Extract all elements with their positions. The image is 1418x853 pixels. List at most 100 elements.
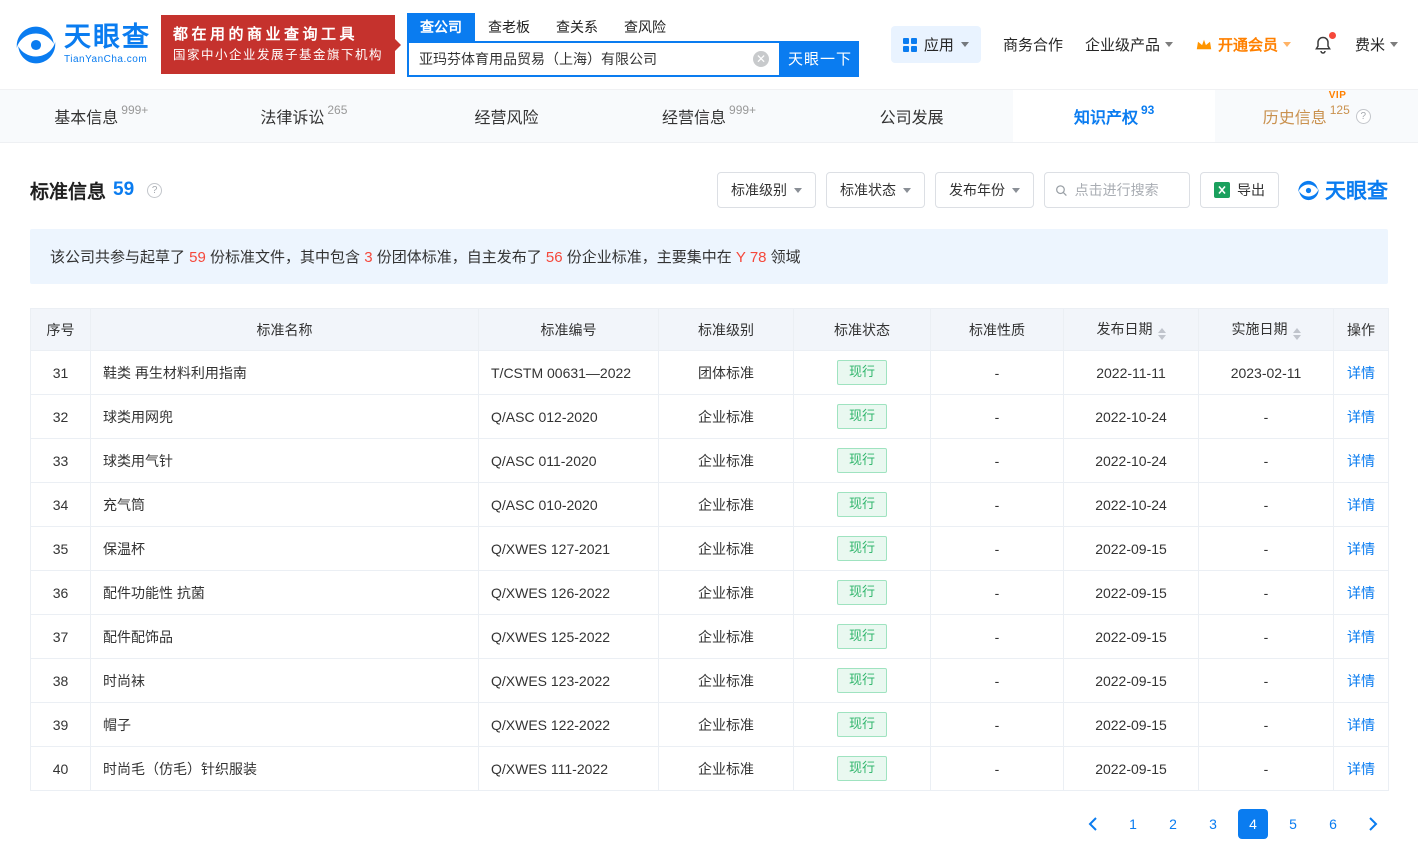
- help-icon[interactable]: ?: [147, 183, 162, 198]
- page-button-4[interactable]: 4: [1238, 809, 1268, 839]
- tab-badge: 265: [327, 103, 347, 117]
- detail-link[interactable]: 详情: [1347, 761, 1375, 777]
- header-standard-level: 标准级别: [659, 309, 794, 351]
- summary-highlight: 59: [189, 249, 206, 266]
- tab-legal-proceedings[interactable]: 法律诉讼265: [203, 90, 406, 142]
- user-menu[interactable]: 费米: [1355, 34, 1398, 55]
- cell-status: 现行: [794, 703, 931, 747]
- table-search[interactable]: [1044, 172, 1190, 208]
- chevron-right-icon: [1368, 817, 1378, 831]
- cell-name: 鞋类 再生材料利用指南: [91, 351, 479, 395]
- notification-bell[interactable]: [1313, 35, 1333, 55]
- section-header: 标准信息 59 ? 标准级别标准状态发布年份 导出: [30, 172, 1388, 208]
- detail-link[interactable]: 详情: [1347, 717, 1375, 733]
- cell-level: 企业标准: [659, 571, 794, 615]
- chevron-down-icon: [903, 188, 911, 193]
- header-standard-status: 标准状态: [794, 309, 931, 351]
- status-badge: 现行: [837, 580, 887, 605]
- cell-publish_date: 2022-09-15: [1064, 571, 1199, 615]
- cell-code: T/CSTM 00631—2022: [479, 351, 659, 395]
- header-label: 序号: [47, 322, 75, 338]
- detail-link[interactable]: 详情: [1347, 365, 1375, 381]
- notification-dot: [1329, 32, 1336, 39]
- status-badge: 现行: [837, 404, 887, 429]
- tab-intellectual-property[interactable]: 知识产权93: [1013, 90, 1216, 142]
- table-search-input[interactable]: [1075, 182, 1179, 198]
- business-coop-link[interactable]: 商务合作: [1003, 34, 1063, 55]
- header-impl-date[interactable]: 实施日期: [1199, 309, 1334, 351]
- page-button-5[interactable]: 5: [1278, 809, 1308, 839]
- detail-link[interactable]: 详情: [1347, 673, 1375, 689]
- tab-operating-info[interactable]: 经营信息999+: [608, 90, 811, 142]
- open-vip-link[interactable]: 开通会员: [1195, 34, 1291, 55]
- tab-basic-info[interactable]: 基本信息999+: [0, 90, 203, 142]
- tab-company-development[interactable]: 公司发展: [810, 90, 1013, 142]
- tianyancha-logo[interactable]: 天眼查 TianYanCha.com: [14, 23, 151, 67]
- tab-badge-wrap: 999+: [726, 107, 756, 125]
- cell-nature: -: [931, 395, 1064, 439]
- table-row: 39帽子Q/XWES 122-2022企业标准现行-2022-09-15-详情: [31, 703, 1389, 747]
- company-search-input[interactable]: [409, 43, 779, 75]
- cell-name: 配件配饰品: [91, 615, 479, 659]
- detail-link[interactable]: 详情: [1347, 409, 1375, 425]
- tab-label: 知识产权: [1074, 104, 1138, 128]
- detail-link[interactable]: 详情: [1347, 453, 1375, 469]
- search-tab-boss[interactable]: 查老板: [475, 13, 543, 41]
- cell-action: 详情: [1334, 615, 1389, 659]
- search-tab-relation[interactable]: 查关系: [543, 13, 611, 41]
- clear-icon[interactable]: ✕: [753, 51, 769, 67]
- tab-label: 公司发展: [880, 104, 944, 128]
- detail-link[interactable]: 详情: [1347, 585, 1375, 601]
- cell-code: Q/XWES 126-2022: [479, 571, 659, 615]
- apps-grid-icon: [903, 38, 917, 52]
- cell-nature: -: [931, 703, 1064, 747]
- cell-level: 团体标准: [659, 351, 794, 395]
- promo-arrow: [395, 39, 401, 51]
- filter-label: 标准级别: [731, 180, 787, 200]
- detail-link[interactable]: 详情: [1347, 629, 1375, 645]
- enterprise-products-link[interactable]: 企业级产品: [1085, 34, 1173, 55]
- tab-label: 法律诉讼: [260, 104, 324, 128]
- detail-link[interactable]: 详情: [1347, 497, 1375, 513]
- cell-status: 现行: [794, 747, 931, 791]
- tab-history-info[interactable]: 历史信息125VIP?: [1215, 90, 1418, 142]
- tab-operating-risk[interactable]: 经营风险: [405, 90, 608, 142]
- status-badge: 现行: [837, 360, 887, 385]
- tab-label: 经营信息: [662, 104, 726, 128]
- info-icon: ?: [1356, 109, 1371, 124]
- next-page-button[interactable]: [1358, 809, 1388, 839]
- summary-text: 领域: [767, 249, 801, 266]
- cell-nature: -: [931, 571, 1064, 615]
- cell-status: 现行: [794, 395, 931, 439]
- cell-level: 企业标准: [659, 747, 794, 791]
- export-button[interactable]: 导出: [1200, 172, 1279, 208]
- summary-highlight: 3: [364, 249, 372, 266]
- cell-code: Q/ASC 011-2020: [479, 439, 659, 483]
- cell-no: 39: [31, 703, 91, 747]
- table-row: 40时尚毛（仿毛）针织服装Q/XWES 111-2022企业标准现行-2022-…: [31, 747, 1389, 791]
- cell-code: Q/ASC 010-2020: [479, 483, 659, 527]
- search-button[interactable]: 天眼一下: [781, 41, 859, 77]
- table-row: 37配件配饰品Q/XWES 125-2022企业标准现行-2022-09-15-…: [31, 615, 1389, 659]
- prev-page-button[interactable]: [1078, 809, 1108, 839]
- detail-link[interactable]: 详情: [1347, 541, 1375, 557]
- cell-name: 保温杯: [91, 527, 479, 571]
- page-button-3[interactable]: 3: [1198, 809, 1228, 839]
- filter-publish-year[interactable]: 发布年份: [935, 172, 1034, 208]
- search-tab-company[interactable]: 查公司: [407, 13, 475, 41]
- filter-standard-status[interactable]: 标准状态: [826, 172, 925, 208]
- search-tab-risk[interactable]: 查风险: [611, 13, 679, 41]
- pagination: 123456: [30, 809, 1388, 839]
- page-button-1[interactable]: 1: [1118, 809, 1148, 839]
- filter-standard-level[interactable]: 标准级别: [717, 172, 816, 208]
- open-vip-label: 开通会员: [1218, 34, 1278, 55]
- page-button-6[interactable]: 6: [1318, 809, 1348, 839]
- header-publish-date[interactable]: 发布日期: [1064, 309, 1199, 351]
- apps-menu[interactable]: 应用: [891, 26, 981, 63]
- cell-name: 时尚毛（仿毛）针织服装: [91, 747, 479, 791]
- cell-level: 企业标准: [659, 659, 794, 703]
- summary-text: 份标准文件，其中包含: [206, 249, 364, 266]
- cell-status: 现行: [794, 659, 931, 703]
- page-button-2[interactable]: 2: [1158, 809, 1188, 839]
- crown-icon: [1195, 38, 1213, 52]
